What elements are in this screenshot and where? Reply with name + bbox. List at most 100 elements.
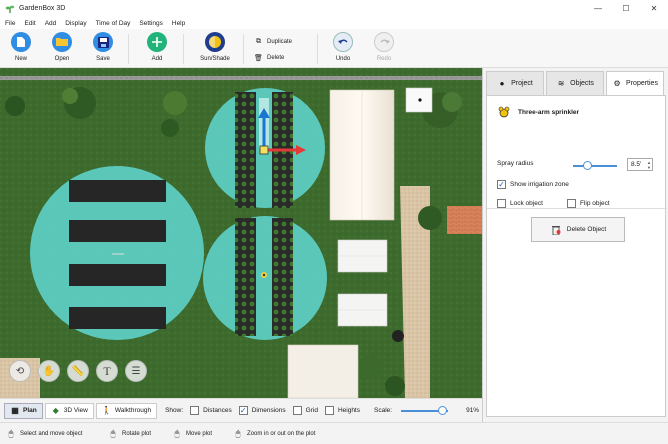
plan-label: Plan bbox=[23, 407, 37, 414]
sun-shade-button[interactable]: Sun/Shade bbox=[195, 32, 235, 66]
duplicate-button[interactable]: ⧉ Duplicate bbox=[254, 36, 292, 48]
open-folder-icon bbox=[52, 32, 72, 52]
grid-checkbox[interactable] bbox=[292, 406, 302, 415]
add-plus-icon bbox=[147, 32, 167, 52]
status-bar: 🖱 Select and move object 🖱 Rotate plot 🖱… bbox=[0, 422, 668, 444]
menu-file[interactable]: File bbox=[5, 20, 15, 27]
show-irrigation-label: Show irrigation zone bbox=[510, 181, 569, 188]
pan-hand-icon[interactable]: ✋ bbox=[38, 360, 60, 382]
sprinkler-object-icon bbox=[498, 106, 510, 118]
sun-shade-label: Sun/Shade bbox=[200, 56, 230, 62]
text-icon[interactable]: T bbox=[96, 360, 118, 382]
spray-radius-input[interactable]: 8.5' ▲ ▼ bbox=[627, 158, 653, 171]
undo-label: Undo bbox=[335, 56, 351, 62]
tab-project[interactable]: ● Project bbox=[486, 71, 544, 95]
status-zoom: 🖱 Zoom in or out on the plot bbox=[233, 428, 316, 439]
flip-object-label: Flip object bbox=[580, 200, 610, 207]
mouse-middle-icon: 🖱 bbox=[174, 428, 180, 438]
undo-icon bbox=[333, 32, 353, 52]
toolbar-divider bbox=[317, 34, 318, 64]
close-button[interactable]: ✕ bbox=[640, 0, 668, 17]
add-label: Add bbox=[151, 56, 163, 62]
tab-properties[interactable]: ⚙ Properties bbox=[606, 71, 664, 95]
spray-radius-slider[interactable] bbox=[573, 161, 617, 171]
new-label: New bbox=[14, 56, 27, 62]
garden-plan-canvas[interactable] bbox=[0, 68, 482, 398]
show-label: Show: bbox=[165, 407, 184, 414]
menu-settings[interactable]: Settings bbox=[139, 20, 163, 27]
trash-delete-icon bbox=[550, 224, 562, 236]
rain-barrel[interactable] bbox=[392, 330, 404, 342]
toolbar: New Open Save Add Sun/Shade ⧉ Duplicate … bbox=[0, 29, 668, 68]
rotate-view-icon[interactable]: ⟲ bbox=[9, 360, 31, 382]
status-rotate: 🖱 Rotate plot bbox=[108, 429, 151, 439]
status-select: 🖱 Select and move object bbox=[6, 428, 83, 439]
measure-icon[interactable]: 📏 bbox=[67, 360, 89, 382]
lock-row: Lock object bbox=[497, 199, 543, 208]
toolbar-divider bbox=[128, 34, 129, 64]
3d-cube-icon: ◆ bbox=[52, 406, 59, 415]
spray-radius-knob[interactable] bbox=[583, 161, 592, 170]
delete-object-button[interactable]: Delete Object bbox=[531, 217, 625, 242]
objects-stack-icon: ≋ bbox=[557, 79, 565, 88]
duplicate-label: Duplicate bbox=[267, 39, 293, 45]
minimize-button[interactable]: — bbox=[584, 0, 612, 17]
redo-icon bbox=[374, 32, 394, 52]
undo-button[interactable]: Undo bbox=[325, 32, 361, 66]
layers-icon[interactable]: ☰ bbox=[125, 360, 147, 382]
new-button[interactable]: New bbox=[3, 32, 39, 66]
object-header: Three-arm sprinkler bbox=[497, 106, 579, 118]
menu-add[interactable]: Add bbox=[45, 20, 57, 27]
app-icon bbox=[5, 5, 15, 13]
delete-toolbar-button[interactable]: 🗑 Delete bbox=[254, 52, 284, 64]
open-button[interactable]: Open bbox=[44, 32, 80, 66]
3d-view-tab[interactable]: ◆ 3D View bbox=[44, 402, 94, 419]
save-button[interactable]: Save bbox=[85, 32, 121, 66]
tab-objects-label: Objects bbox=[570, 80, 594, 87]
menu-display[interactable]: Display bbox=[65, 20, 86, 27]
mouse-left-icon: 🖱 bbox=[8, 428, 14, 438]
menu-edit[interactable]: Edit bbox=[24, 20, 35, 27]
tab-objects[interactable]: ≋ Objects bbox=[546, 71, 604, 95]
grid-label: Grid bbox=[305, 407, 318, 414]
sprinkler-icon[interactable] bbox=[261, 272, 267, 278]
irrigation-zone bbox=[203, 216, 327, 340]
show-irrigation-checkbox[interactable]: ✓ bbox=[497, 180, 506, 189]
save-label: Save bbox=[96, 56, 110, 62]
fence bbox=[0, 76, 482, 80]
show-options: Show: Distances ✓ Dimensions Grid Height… bbox=[165, 405, 479, 416]
walkthrough-label: Walkthrough bbox=[114, 407, 152, 414]
spray-radius-value: 8.5' bbox=[631, 161, 642, 168]
menu-time-of-day[interactable]: Time of Day bbox=[96, 20, 131, 27]
trash-icon: 🗑 bbox=[254, 55, 263, 62]
maximize-button[interactable]: ☐ bbox=[612, 0, 640, 17]
view-bar: ▦ Plan ◆ 3D View 🚶 Walkthrough Show: Dis… bbox=[0, 398, 482, 422]
open-label: Open bbox=[54, 56, 70, 62]
greenhouse[interactable] bbox=[329, 89, 395, 221]
add-button[interactable]: Add bbox=[139, 32, 175, 66]
walkthrough-tab[interactable]: 🚶 Walkthrough bbox=[95, 402, 158, 419]
spin-arrows-icon[interactable]: ▲ ▼ bbox=[647, 160, 651, 170]
project-icon: ● bbox=[499, 79, 505, 88]
lock-object-checkbox[interactable] bbox=[497, 199, 506, 208]
menu-bar: File Edit Add Display Time of Day Settin… bbox=[0, 17, 668, 29]
dimensions-checkbox[interactable]: ✓ bbox=[238, 406, 248, 415]
heights-checkbox[interactable] bbox=[324, 406, 334, 415]
title-bar: GardenBox 3D — ☐ ✕ bbox=[0, 0, 668, 17]
distances-checkbox[interactable] bbox=[190, 406, 200, 415]
garden-plan-drawing bbox=[0, 68, 482, 398]
shed[interactable] bbox=[287, 344, 359, 398]
dimensions-label: Dimensions bbox=[251, 407, 286, 414]
duplicate-icon: ⧉ bbox=[256, 38, 261, 45]
gear-icon: ⚙ bbox=[613, 79, 621, 88]
mouse-wheel-icon: 🖱 bbox=[235, 428, 241, 438]
status-rotate-text: Rotate plot bbox=[122, 430, 152, 437]
redo-button[interactable]: Redo bbox=[366, 32, 402, 66]
scale-slider[interactable] bbox=[401, 405, 449, 416]
menu-help[interactable]: Help bbox=[172, 20, 185, 27]
plan-view-tab[interactable]: ▦ Plan bbox=[4, 402, 43, 419]
flip-object-checkbox[interactable] bbox=[567, 199, 576, 208]
tab-properties-label: Properties bbox=[626, 80, 658, 87]
side-panel: ● Project ≋ Objects ⚙ Properties Three-a… bbox=[482, 68, 668, 422]
scale-slider-knob[interactable] bbox=[438, 405, 448, 415]
